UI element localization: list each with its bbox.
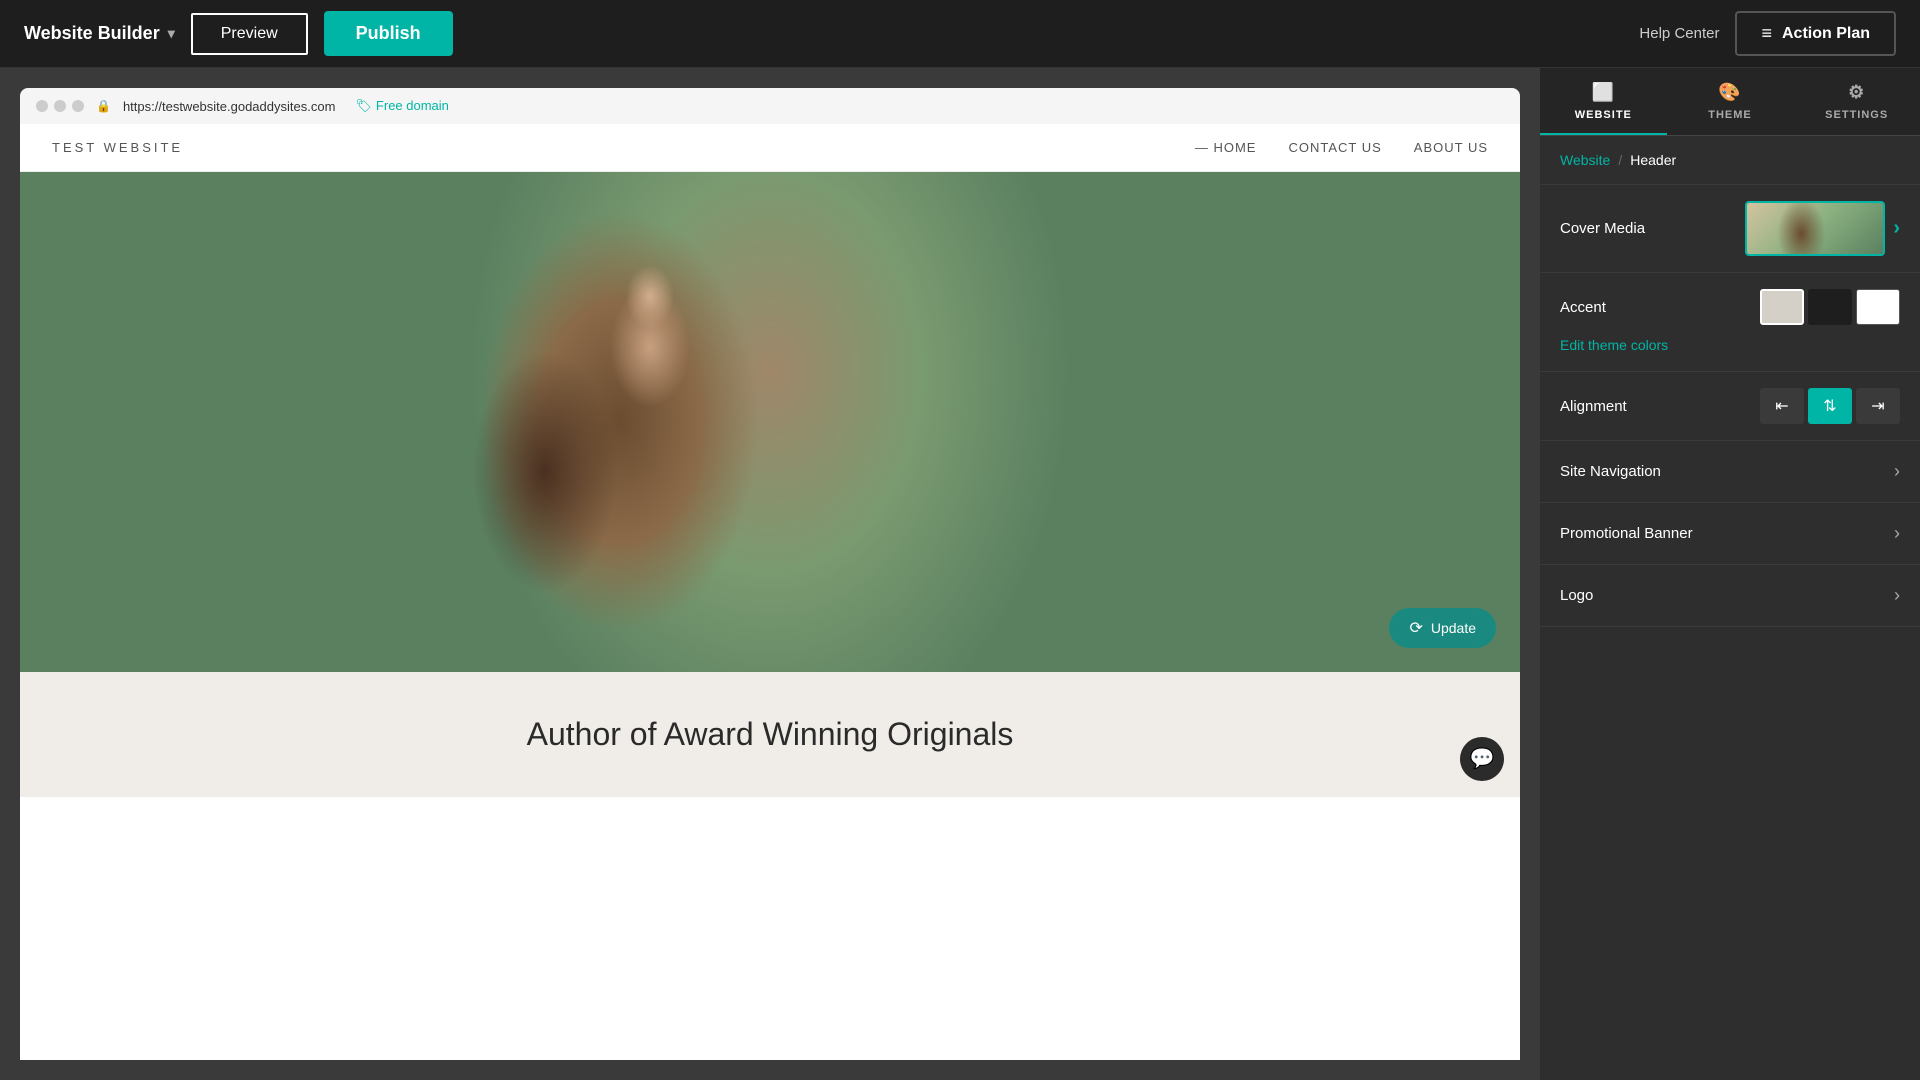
hero-overlay-person	[20, 172, 1520, 672]
cover-media-thumbnail	[1745, 201, 1885, 256]
hero-title: Author of Award Winning Originals	[60, 712, 1480, 757]
brand-label: Website Builder	[24, 23, 160, 44]
theme-tab-icon: 🎨	[1718, 82, 1741, 103]
free-domain-link[interactable]: 🏷 Free domain	[355, 98, 449, 114]
tab-website-label: WEBSITE	[1575, 109, 1632, 121]
promotional-banner-chevron-icon: ›	[1894, 523, 1900, 544]
breadcrumb: Website / Header	[1540, 136, 1920, 185]
edit-theme-link[interactable]: Edit theme colors	[1560, 337, 1668, 353]
logo-label: Logo	[1560, 587, 1593, 604]
promotional-banner-label: Promotional Banner	[1560, 525, 1693, 542]
browser-chrome: 🔒 https://testwebsite.godaddysites.com 🏷…	[20, 88, 1520, 124]
preview-button[interactable]: Preview	[191, 13, 308, 55]
accent-swatch-2[interactable]	[1808, 289, 1852, 325]
site-navigation-chevron-icon: ›	[1894, 461, 1900, 482]
browser-dots	[36, 100, 84, 112]
nav-link-contact[interactable]: CONTACT US	[1288, 140, 1381, 155]
hero-image	[20, 172, 1520, 672]
align-center-icon: ⇅	[1823, 396, 1836, 416]
cover-media-label: Cover Media	[1560, 220, 1645, 237]
accent-swatches	[1760, 289, 1900, 325]
align-center-button[interactable]: ⇅	[1808, 388, 1852, 424]
nav-link-home[interactable]: — HOME	[1195, 140, 1257, 155]
update-label: Update	[1431, 620, 1476, 636]
site-navigation-label: Site Navigation	[1560, 463, 1661, 480]
align-left-icon: ⇤	[1775, 396, 1788, 416]
accent-swatch-1[interactable]	[1760, 289, 1804, 325]
free-domain-icon: 🏷	[355, 98, 372, 113]
site-logo-text: TEST WEBSITE	[52, 140, 183, 155]
accent-section: Accent Edit theme colors	[1540, 273, 1920, 372]
publish-button[interactable]: Publish	[324, 11, 453, 56]
main-content: 🔒 https://testwebsite.godaddysites.com 🏷…	[0, 68, 1920, 1080]
help-center-link[interactable]: Help Center	[1639, 25, 1719, 42]
site-nav: TEST WEBSITE — HOME CONTACT US ABOUT US	[20, 124, 1520, 172]
lock-icon: 🔒	[96, 99, 111, 113]
website-preview: TEST WEBSITE — HOME CONTACT US ABOUT US …	[20, 124, 1520, 1060]
brand-logo[interactable]: Website Builder ▾	[24, 23, 175, 44]
logo-chevron-icon: ›	[1894, 585, 1900, 606]
website-tab-icon: ⬜	[1592, 82, 1615, 103]
dot-1	[36, 100, 48, 112]
dot-2	[54, 100, 66, 112]
tab-settings-label: SETTINGS	[1825, 109, 1888, 121]
tab-theme-label: THEME	[1708, 109, 1752, 121]
settings-tab-icon: ⚙	[1848, 82, 1865, 103]
cover-media-section: Cover Media ›	[1540, 185, 1920, 273]
brand-chevron-icon: ▾	[168, 25, 175, 42]
free-domain-label: Free domain	[376, 98, 449, 113]
breadcrumb-separator: /	[1618, 152, 1622, 168]
right-panel: ⬜ WEBSITE 🎨 THEME ⚙ SETTINGS Website / H…	[1540, 68, 1920, 1080]
alignment-buttons: ⇤ ⇅ ⇥	[1760, 388, 1900, 424]
panel-tabs: ⬜ WEBSITE 🎨 THEME ⚙ SETTINGS	[1540, 68, 1920, 136]
list-icon: ≡	[1761, 23, 1772, 44]
tab-theme[interactable]: 🎨 THEME	[1667, 68, 1794, 135]
update-icon: ⟳	[1409, 618, 1422, 638]
site-nav-links: — HOME CONTACT US ABOUT US	[1195, 140, 1488, 155]
action-plan-label: Action Plan	[1782, 25, 1870, 43]
nav-link-about[interactable]: ABOUT US	[1414, 140, 1488, 155]
align-right-icon: ⇥	[1871, 396, 1884, 416]
hero-section: ⟳ Update	[20, 172, 1520, 672]
update-button[interactable]: ⟳ Update	[1389, 608, 1496, 648]
accent-swatch-3[interactable]	[1856, 289, 1900, 325]
top-bar: Website Builder ▾ Preview Publish Help C…	[0, 0, 1920, 68]
breadcrumb-current: Header	[1630, 152, 1676, 168]
tab-website[interactable]: ⬜ WEBSITE	[1540, 68, 1667, 135]
accent-row: Accent	[1560, 289, 1900, 325]
align-left-button[interactable]: ⇤	[1760, 388, 1804, 424]
action-plan-button[interactable]: ≡ Action Plan	[1735, 11, 1896, 56]
breadcrumb-parent[interactable]: Website	[1560, 152, 1610, 168]
browser-url: https://testwebsite.godaddysites.com	[123, 99, 335, 114]
promotional-banner-section[interactable]: Promotional Banner ›	[1540, 503, 1920, 565]
cover-media-chevron-icon: ›	[1893, 217, 1900, 240]
center-panel: 🔒 https://testwebsite.godaddysites.com 🏷…	[0, 68, 1540, 1080]
alignment-label: Alignment	[1560, 398, 1627, 415]
logo-section[interactable]: Logo ›	[1540, 565, 1920, 627]
cover-media-thumbnail-wrapper[interactable]: ›	[1745, 201, 1900, 256]
dot-3	[72, 100, 84, 112]
align-right-button[interactable]: ⇥	[1856, 388, 1900, 424]
site-navigation-section[interactable]: Site Navigation ›	[1540, 441, 1920, 503]
accent-label: Accent	[1560, 299, 1606, 316]
thumbnail-inner	[1747, 203, 1883, 254]
chat-bubble-button[interactable]: 💬	[1460, 737, 1504, 781]
chat-icon: 💬	[1470, 746, 1495, 771]
hero-content-section: Author of Award Winning Originals 💬	[20, 672, 1520, 797]
tab-settings[interactable]: ⚙ SETTINGS	[1793, 68, 1920, 135]
alignment-section: Alignment ⇤ ⇅ ⇥	[1540, 372, 1920, 441]
